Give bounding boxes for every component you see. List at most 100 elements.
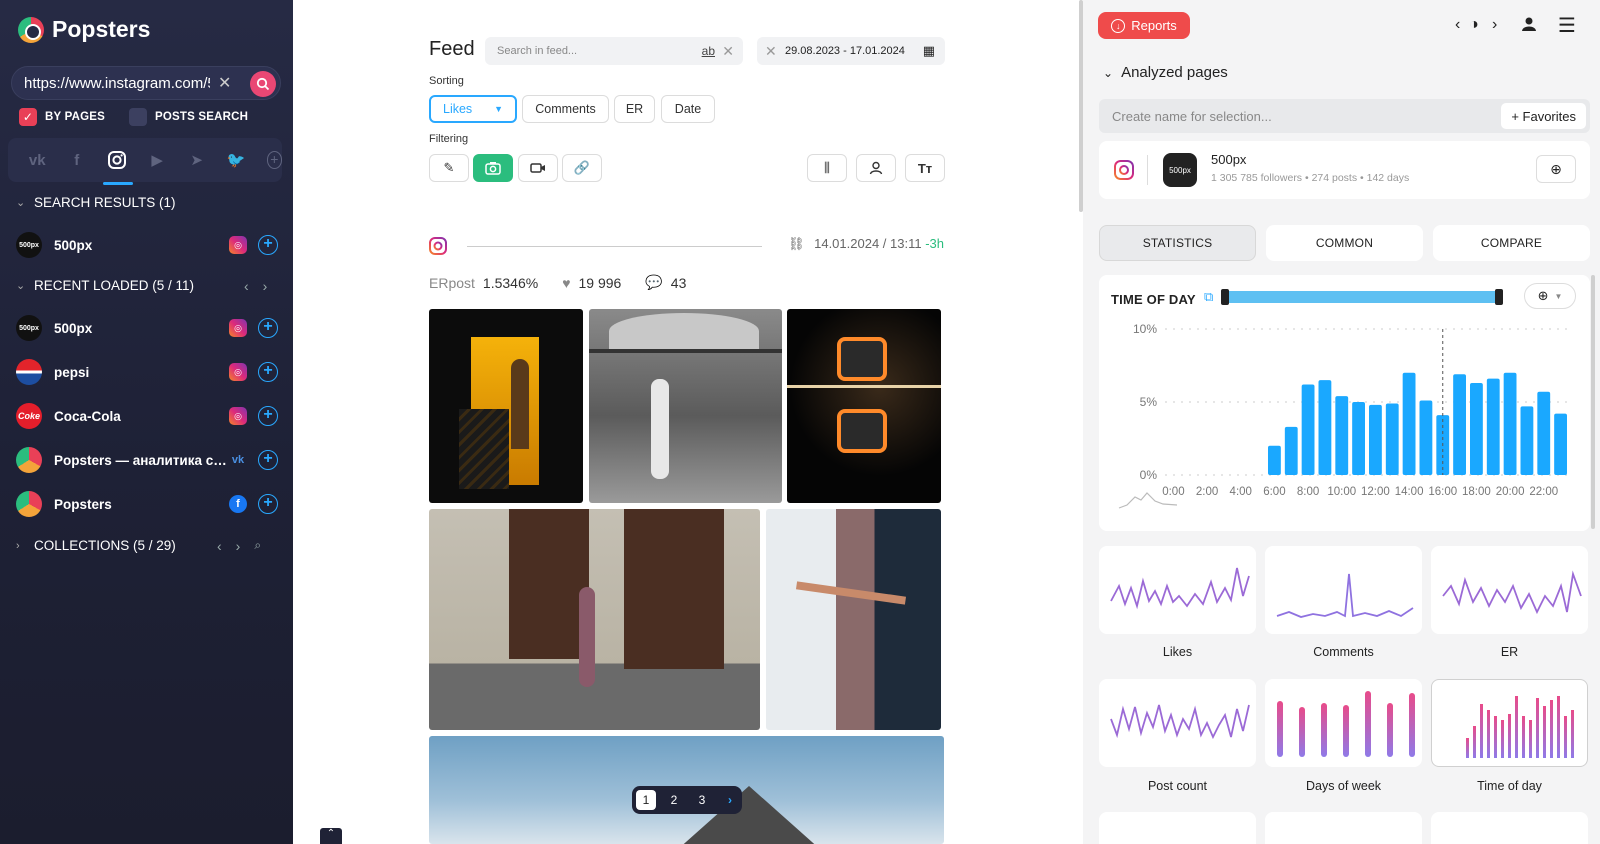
chevron-right-icon[interactable]: ›: [236, 538, 241, 554]
analyzed-pages-header[interactable]: ⌄ Analyzed pages: [1103, 64, 1228, 81]
page-button[interactable]: 2: [664, 790, 684, 810]
external-link-icon[interactable]: ⧉: [1204, 289, 1213, 305]
sort-comments-button[interactable]: Comments: [522, 95, 609, 123]
scroll-up-button[interactable]: ⌃: [320, 828, 342, 844]
reports-button[interactable]: ↓ Reports: [1098, 12, 1190, 39]
twitter-icon[interactable]: 🐦: [227, 149, 246, 171]
vk-icon[interactable]: vk: [28, 149, 46, 171]
user-icon[interactable]: [1521, 16, 1537, 37]
search-results-header[interactable]: ⌄ SEARCH RESULTS (1): [16, 195, 176, 210]
selection-name-input[interactable]: Create name for selection... + Favorites: [1099, 99, 1590, 133]
match-case-icon[interactable]: ab: [702, 44, 715, 58]
posts-search-checkbox[interactable]: [128, 108, 147, 126]
mini-chart-comments[interactable]: [1265, 546, 1422, 634]
instagram-icon[interactable]: [102, 149, 133, 185]
chart-download-button[interactable]: ⊕ ▼: [1524, 283, 1576, 309]
youtube-icon[interactable]: ▶: [148, 149, 166, 171]
collections-header[interactable]: › COLLECTIONS (5 / 29): [16, 538, 176, 553]
list-item[interactable]: Coke Coca-Cola ◎ +: [16, 399, 278, 433]
mini-chart[interactable]: [1099, 812, 1256, 844]
chevron-down-icon: ⌄: [16, 197, 26, 209]
calendar-icon[interactable]: ▦: [923, 43, 935, 59]
filter-user-button[interactable]: [856, 154, 896, 182]
list-item[interactable]: pepsi ◎ +: [16, 355, 278, 389]
recent-loaded-header[interactable]: ⌄ RECENT LOADED (5 / 11): [16, 278, 194, 293]
feed-search-placeholder: Search in feed...: [497, 45, 578, 57]
tab-compare[interactable]: COMPARE: [1433, 225, 1590, 261]
tab-statistics[interactable]: STATISTICS: [1099, 225, 1256, 261]
sort-likes-button[interactable]: Likes ▼: [429, 95, 517, 123]
add-icon[interactable]: +: [258, 450, 278, 470]
filter-link-button[interactable]: 🔗: [562, 154, 602, 182]
slider-handle-left[interactable]: [1221, 289, 1229, 305]
list-item[interactable]: Popsters f +: [16, 487, 278, 521]
sort-er-button[interactable]: ER: [614, 95, 655, 123]
link-icon[interactable]: ⛓: [788, 236, 805, 251]
sort-likes-label: Likes: [443, 102, 473, 116]
post-photo[interactable]: [589, 309, 782, 503]
chevron-right-icon[interactable]: ›: [1492, 16, 1497, 34]
sort-date-button[interactable]: Date: [661, 95, 715, 123]
clear-icon[interactable]: ✕: [722, 43, 734, 60]
menu-icon[interactable]: ☰: [1558, 13, 1576, 38]
filter-font-button[interactable]: Tт: [905, 154, 945, 182]
search-button[interactable]: [250, 71, 276, 97]
mini-chart-post-count[interactable]: [1099, 679, 1256, 767]
contrast-icon[interactable]: ◑: [1469, 16, 1479, 34]
filter-photo-button[interactable]: [473, 154, 513, 182]
url-input-value[interactable]: https://www.instagram.com/50: [24, 75, 210, 92]
chevron-right-icon[interactable]: ›: [263, 278, 268, 294]
mini-chart[interactable]: [1431, 812, 1588, 844]
post-photo[interactable]: [787, 309, 941, 503]
post-photo[interactable]: [429, 309, 583, 503]
add-icon[interactable]: +: [258, 318, 278, 338]
filter-video-button[interactable]: [518, 154, 558, 182]
mini-chart-likes[interactable]: [1099, 546, 1256, 634]
range-slider[interactable]: [1221, 289, 1503, 305]
url-input[interactable]: https://www.instagram.com/50 ✕: [11, 66, 281, 100]
chevron-left-icon[interactable]: ‹: [244, 278, 249, 294]
filter-layout-button[interactable]: ⫼: [807, 154, 847, 182]
post-photo[interactable]: [766, 509, 941, 730]
bar-7:00: [1284, 426, 1298, 475]
download-button[interactable]: ⊕: [1536, 155, 1576, 183]
mini-chart[interactable]: [1265, 812, 1422, 844]
app-logo[interactable]: Popsters: [18, 16, 150, 43]
add-icon[interactable]: +: [258, 406, 278, 426]
add-icon[interactable]: +: [258, 362, 278, 382]
post-stats: ERpost 1.5346% ♥ 19 996 💬 43: [429, 274, 686, 291]
add-icon[interactable]: +: [258, 235, 278, 255]
page-button[interactable]: 3: [692, 790, 712, 810]
chevron-left-icon[interactable]: ‹: [1455, 16, 1460, 34]
filter-text-button[interactable]: ✎: [429, 154, 469, 182]
add-icon[interactable]: +: [258, 494, 278, 514]
list-item[interactable]: 500px 500px ◎ +: [16, 311, 278, 345]
analytics-scrollbar[interactable]: [1591, 275, 1595, 529]
clear-icon[interactable]: ✕: [218, 73, 232, 93]
analyzed-page-card[interactable]: 500px 500px 1 305 785 followers • 274 po…: [1099, 141, 1590, 199]
date-range-picker[interactable]: ✕ 29.08.2023 - 17.01.2024 ▦: [757, 37, 945, 65]
chevron-down-icon: ⌄: [16, 280, 26, 292]
add-network-icon[interactable]: +: [266, 151, 282, 169]
likes-count: 19 996: [578, 274, 622, 291]
mini-chart-er[interactable]: [1431, 546, 1588, 634]
chevron-right-icon[interactable]: ›: [720, 790, 740, 810]
feed-search-input[interactable]: Search in feed... ab ✕: [485, 37, 743, 65]
page-button[interactable]: 1: [636, 790, 656, 810]
list-item[interactable]: Popsters — аналитика со... vk +: [16, 443, 278, 477]
slider-handle-right[interactable]: [1495, 289, 1503, 305]
by-pages-checkbox[interactable]: ✓: [19, 108, 37, 126]
search-icon[interactable]: ⌕: [254, 538, 261, 554]
post-photo[interactable]: [429, 509, 760, 730]
mini-chart-label: Days of week: [1305, 779, 1382, 793]
bar-21:00: [1520, 406, 1534, 475]
facebook-icon[interactable]: f: [67, 149, 85, 171]
chevron-left-icon[interactable]: ‹: [217, 538, 222, 554]
mini-chart-time-of-day[interactable]: [1431, 679, 1588, 767]
mini-chart-days-of-week[interactable]: [1265, 679, 1422, 767]
clear-date-icon[interactable]: ✕: [765, 43, 785, 60]
tab-common[interactable]: COMMON: [1266, 225, 1423, 261]
telegram-icon[interactable]: ➤: [187, 149, 205, 171]
favorites-button[interactable]: + Favorites: [1501, 103, 1586, 129]
list-item[interactable]: 500px 500px ◎ +: [16, 228, 278, 262]
